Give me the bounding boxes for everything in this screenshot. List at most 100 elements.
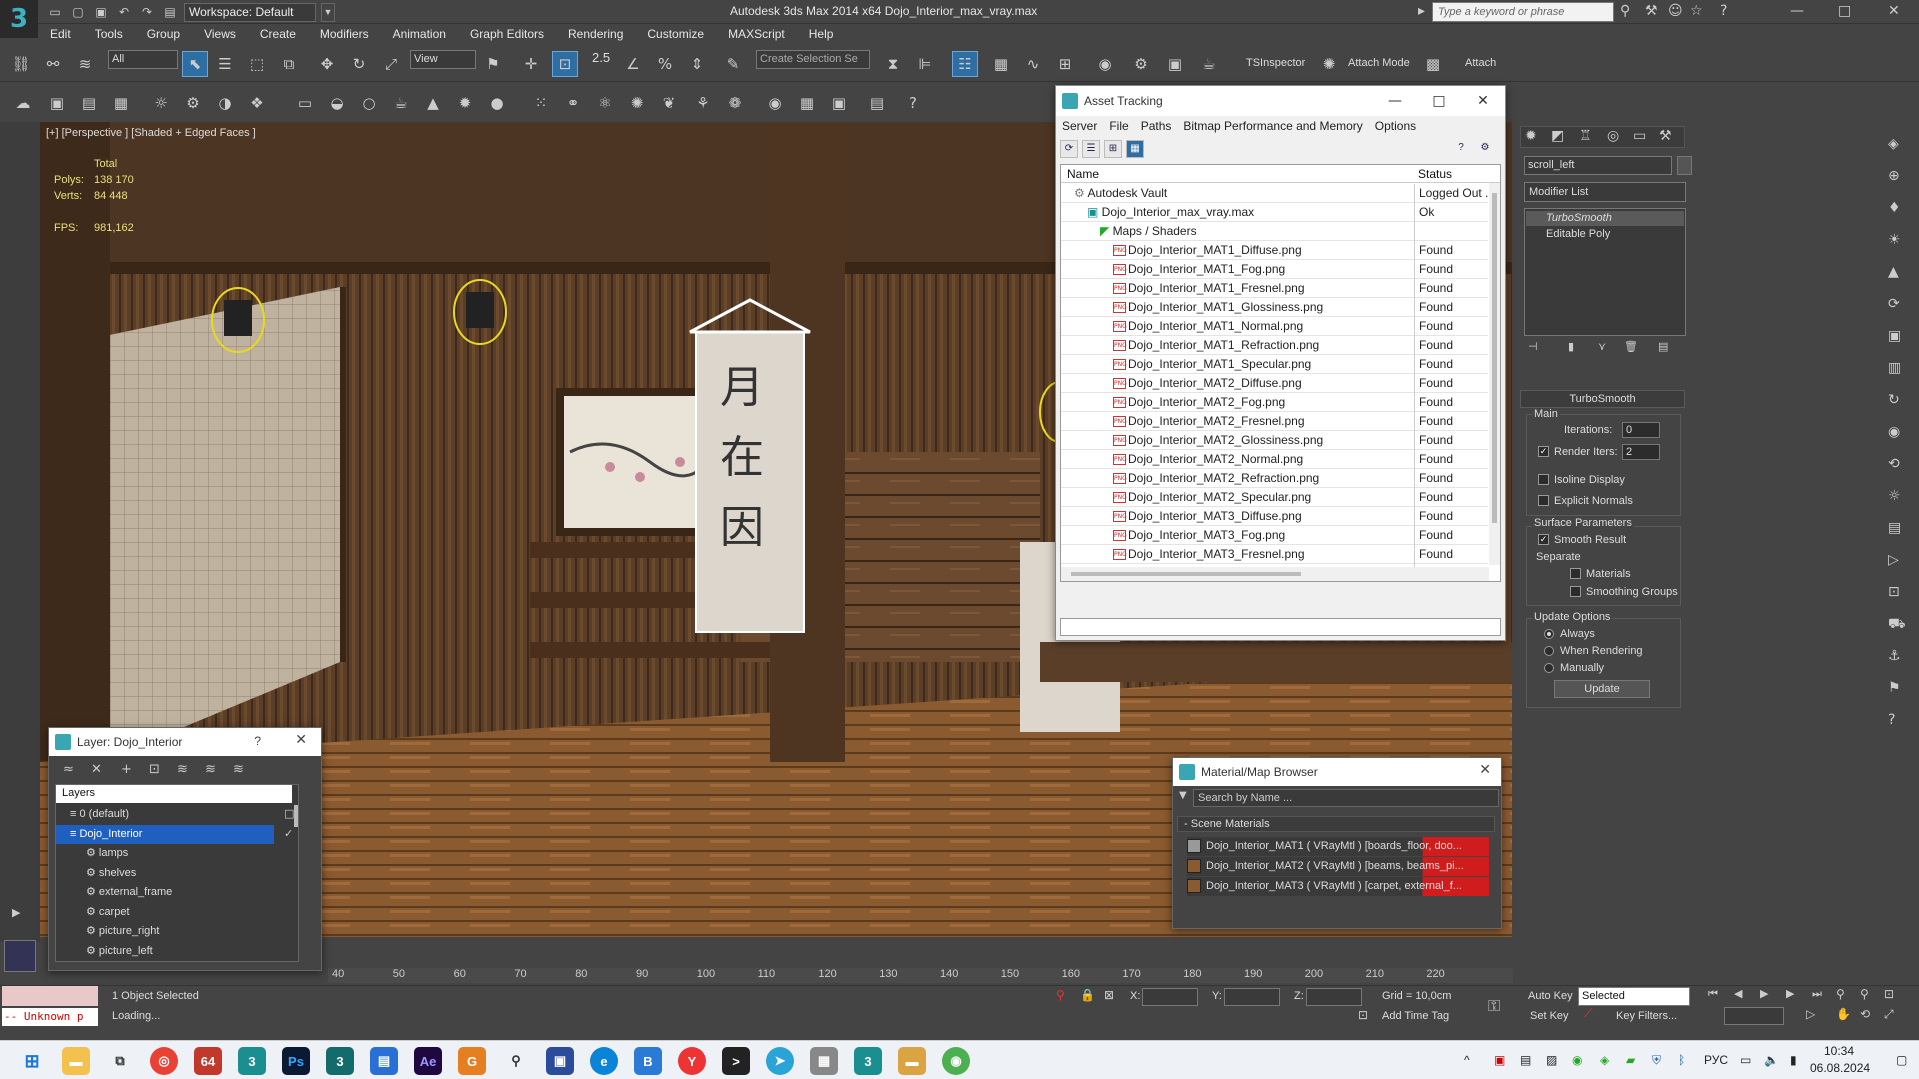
chrome-icon[interactable]: ◎	[150, 1047, 178, 1075]
people-icon[interactable]: ☺	[1668, 3, 1683, 19]
help-icon[interactable]: ?	[1720, 3, 1727, 19]
frame-icon[interactable]: ▣	[1888, 328, 1901, 344]
render-production-icon[interactable]: ☕	[1196, 51, 1222, 77]
notepad-icon[interactable]: ▤	[370, 1047, 398, 1075]
layer-item[interactable]: ⚙ carpet	[56, 903, 296, 922]
menu-item-tools[interactable]: Tools	[83, 24, 135, 44]
zoom-icon[interactable]: ⚲	[1836, 987, 1845, 1001]
walk-icon[interactable]: ⚑	[1888, 680, 1901, 696]
menu-item-group[interactable]: Group	[135, 24, 192, 44]
lamp-icon[interactable]: ☼	[1888, 488, 1901, 504]
asset-menu-options[interactable]: Options	[1369, 116, 1422, 136]
task-view-icon[interactable]: ⧉	[106, 1047, 134, 1075]
menu-item-graph-editors[interactable]: Graph Editors	[458, 24, 556, 44]
select-by-name-icon[interactable]: ☰	[212, 51, 238, 77]
object-color-swatch[interactable]	[1677, 156, 1692, 175]
layer-scrollbar-thumb[interactable]	[294, 805, 298, 827]
rendered-frame-window-icon[interactable]: ▣	[1162, 51, 1188, 77]
asset-row[interactable]: PNGDojo_Interior_MAT2_Specular.png Found	[1061, 488, 1488, 507]
render-setup-icon[interactable]: ⚙	[1128, 51, 1154, 77]
bluetooth-icon[interactable]: ᛒ	[1678, 1053, 1685, 1067]
clock-time[interactable]: 10:34	[1824, 1044, 1854, 1058]
capsule-icon[interactable]: ▥	[1888, 360, 1901, 376]
iterations-spinner[interactable]: 0	[1622, 422, 1660, 438]
tray-nvidia-icon[interactable]: ◈	[1600, 1053, 1609, 1067]
menu-item-help[interactable]: Help	[797, 24, 846, 44]
scene-materials-group-header[interactable]: - Scene Materials	[1177, 816, 1495, 832]
battery-icon[interactable]: ▮	[1790, 1053, 1797, 1067]
freeze-all-layers-icon[interactable]: ≋	[233, 762, 244, 777]
asset-row[interactable]: PNGDojo_Interior_MAT2_Fresnel.png Found	[1061, 412, 1488, 431]
cone-icon[interactable]: ▲	[420, 90, 446, 116]
motion-tab-icon[interactable]: ◎	[1607, 128, 1619, 144]
minimize-icon[interactable]: —	[1790, 3, 1804, 19]
menu-item-animation[interactable]: Animation	[381, 24, 458, 44]
asset-path-field[interactable]	[1060, 618, 1501, 636]
sun-icon[interactable]: ✹	[452, 90, 478, 116]
graphite-tools-icon[interactable]: ▦	[988, 51, 1014, 77]
close-icon[interactable]: ✕	[295, 732, 307, 748]
unlink-icon[interactable]: ⚯	[40, 51, 66, 77]
asset-row[interactable]: ▣ Dojo_Interior_max_vray.max Ok	[1061, 203, 1488, 222]
fur-icon[interactable]: ❁	[722, 90, 748, 116]
remove-modifier-icon[interactable]: 🗑	[1624, 340, 1638, 353]
menu-item-edit[interactable]: Edit	[38, 24, 83, 44]
play-icon[interactable]: ▶	[12, 906, 20, 919]
b-app-icon[interactable]: B	[634, 1047, 662, 1075]
object-name-field[interactable]: scroll_left	[1524, 156, 1672, 175]
maximize-viewport-icon[interactable]: ⤢	[1884, 1007, 1894, 1022]
snap-toggle-label[interactable]: 2.5	[592, 50, 610, 65]
select-layer-objects-icon[interactable]: ⊡	[149, 762, 160, 777]
material-sphere-icon[interactable]: ◉	[762, 90, 788, 116]
environment-icon[interactable]: ▣	[826, 90, 852, 116]
edge-icon[interactable]: e	[590, 1047, 618, 1075]
help-circle-icon[interactable]: ?	[900, 90, 926, 116]
g-app-icon[interactable]: G	[458, 1047, 486, 1075]
asset-menu-bitmap-performance-and-memory[interactable]: Bitmap Performance and Memory	[1177, 116, 1368, 136]
orbit-icon[interactable]: ⟲	[1860, 1007, 1870, 1021]
reference-coordinate-dropdown[interactable]: View	[410, 50, 476, 69]
close-icon[interactable]: ✕	[1888, 3, 1900, 19]
timeline-ruler[interactable]: 40 50 60 70 80 90 100 110 120 130 140 150 160 170 180 1…	[328, 968, 1513, 983]
layer-item[interactable]: ⚙ lamps	[56, 844, 296, 863]
green-app-icon[interactable]: ◉	[942, 1047, 970, 1075]
attach-mode-icon[interactable]: ✺	[1316, 51, 1342, 77]
angle-snap-icon[interactable]: ∠	[620, 51, 646, 77]
schematic-view-icon[interactable]: ⊞	[1052, 51, 1078, 77]
display-tab-icon[interactable]: ▭	[1633, 128, 1646, 144]
configure-sets-icon[interactable]: ▤	[1658, 340, 1668, 353]
scene-explorer-icon[interactable]: ☁	[10, 90, 36, 116]
render-iters-spinner[interactable]: 2	[1622, 444, 1660, 460]
tree-view-icon[interactable]: ⊞	[1104, 140, 1122, 158]
link-pieces-icon[interactable]: ⚭	[560, 90, 586, 116]
select-object-icon[interactable]: ⬉	[182, 51, 208, 77]
stack-item-turbosmooth[interactable]: TurboSmooth	[1526, 211, 1684, 226]
asset-row[interactable]: PNGDojo_Interior_MAT1_Refraction.png Foun…	[1061, 336, 1488, 355]
gizmo-icon[interactable]: ✺	[624, 90, 650, 116]
asset-row[interactable]: ⚙ Autodesk Vault Logged Out ...	[1061, 184, 1488, 203]
app-logo-icon[interactable]: 3	[0, 0, 38, 38]
terminal-icon[interactable]: >	[722, 1047, 750, 1075]
window-crossing-icon[interactable]: ⧉	[276, 51, 302, 77]
hscrollbar-thumb[interactable]	[1071, 572, 1301, 576]
keyboard-shortcut-override-icon[interactable]: ⊡	[552, 51, 578, 77]
asset-row[interactable]: PNGDojo_Interior_MAT2_Glossiness.png Foun…	[1061, 431, 1488, 450]
notifications-icon[interactable]: ▢	[1896, 1053, 1907, 1067]
attach-label[interactable]: Attach	[1465, 57, 1496, 69]
absolute-mode-icon[interactable]: ⊠	[1104, 988, 1114, 1002]
key-mode-dropdown[interactable]: Selected	[1578, 987, 1690, 1006]
rotate-icon[interactable]: ↻	[346, 51, 372, 77]
checker-icon[interactable]: ▩	[1420, 51, 1446, 77]
modify-tab-icon[interactable]: ◩	[1551, 128, 1564, 144]
app-64-icon[interactable]: 64	[194, 1047, 222, 1075]
plant-icon[interactable]: ❦	[656, 90, 682, 116]
always-radio[interactable]	[1544, 629, 1554, 639]
close-icon[interactable]: ✕	[1479, 762, 1491, 778]
col-status-header[interactable]: Status	[1418, 167, 1452, 181]
menu-item-create[interactable]: Create	[248, 24, 308, 44]
when-rendering-radio[interactable]	[1544, 646, 1554, 656]
bind-spacewarp-icon[interactable]: ≋	[72, 51, 98, 77]
new-file-icon[interactable]: ▭	[46, 3, 64, 21]
display-icon[interactable]: ▭	[1740, 1053, 1751, 1067]
helper-icon[interactable]: ⚛	[592, 90, 618, 116]
